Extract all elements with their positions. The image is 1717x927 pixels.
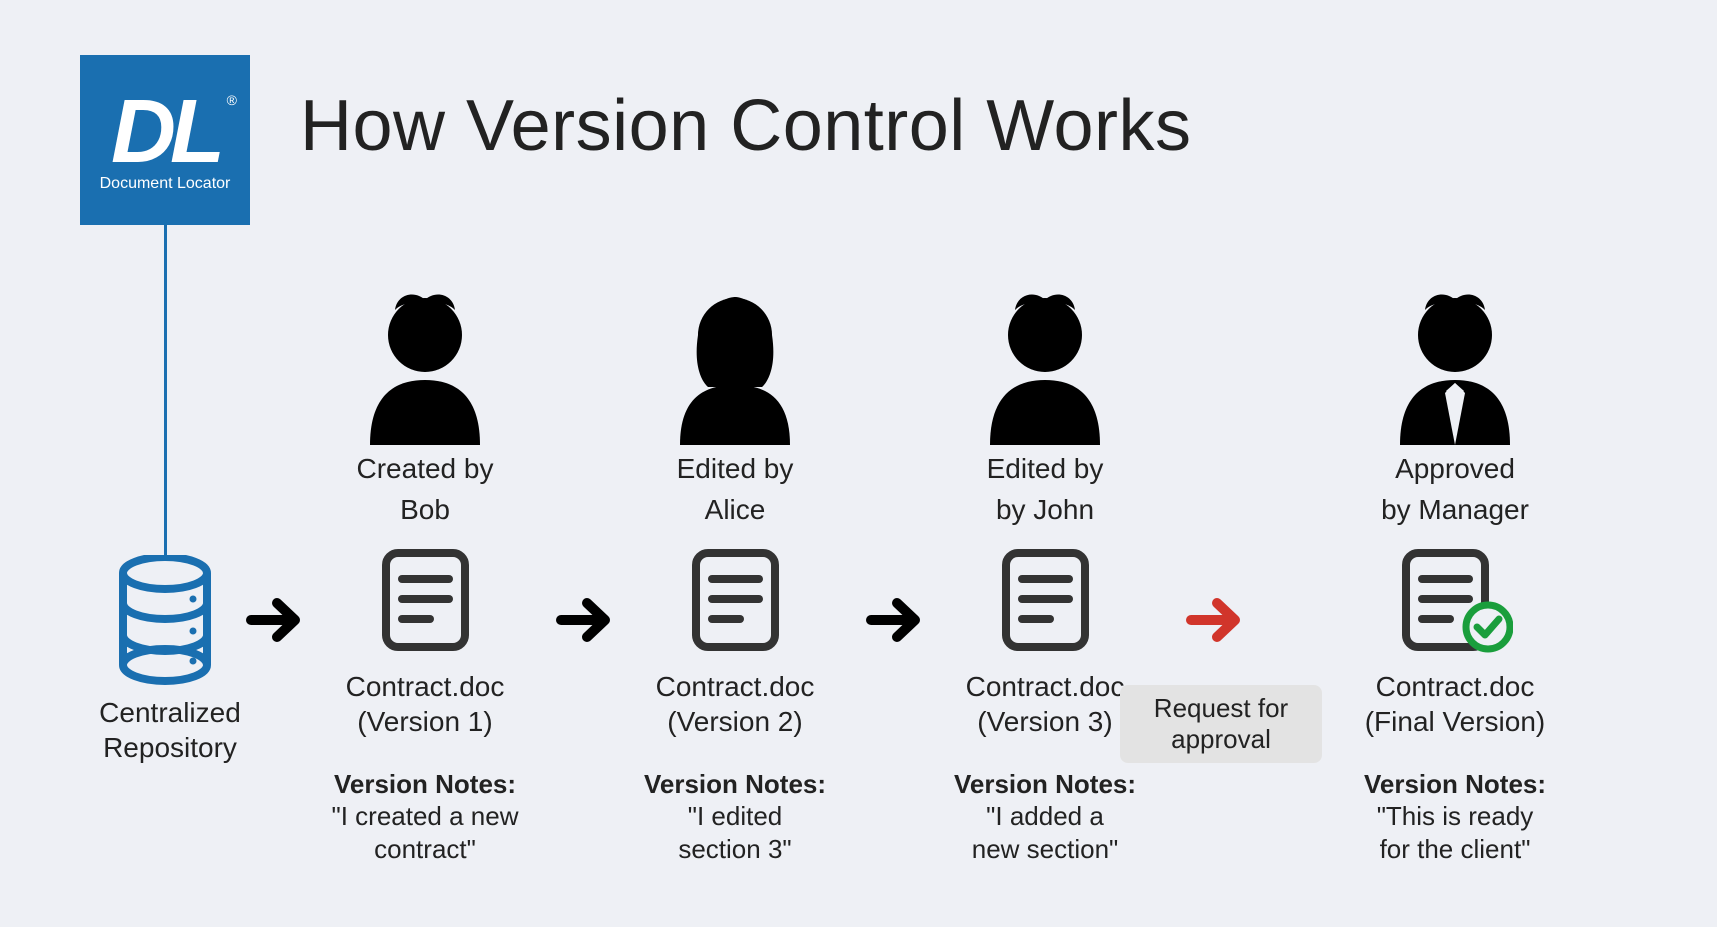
stage-final: Approved by Manager Contract.doc (Final … bbox=[1340, 285, 1570, 865]
author-line2: by John bbox=[930, 492, 1160, 527]
connector-line bbox=[164, 225, 167, 555]
notes-heading: Version Notes: bbox=[930, 769, 1160, 800]
database-icon bbox=[115, 555, 215, 685]
stage-version-3: Edited by by John Contract.doc (Version … bbox=[930, 285, 1160, 865]
stage-version-2: Edited by Alice Contract.doc (Version 2)… bbox=[620, 285, 850, 865]
registered-mark: ® bbox=[227, 93, 231, 107]
person-icon bbox=[350, 285, 500, 445]
document-approved-icon bbox=[1398, 545, 1513, 655]
version-label: (Version 2) bbox=[620, 704, 850, 739]
file-name: Contract.doc bbox=[620, 669, 850, 704]
author-line2: Bob bbox=[310, 492, 540, 527]
request-label-1: Request for bbox=[1126, 693, 1316, 724]
notes-line1: "I edited bbox=[620, 800, 850, 833]
author-line1: Edited by bbox=[620, 451, 850, 486]
manager-icon bbox=[1380, 285, 1530, 445]
notes-heading: Version Notes: bbox=[1340, 769, 1570, 800]
request-label-2: approval bbox=[1126, 724, 1316, 755]
file-name: Contract.doc bbox=[1340, 669, 1570, 704]
request-approval-label: Request for approval bbox=[1120, 685, 1322, 763]
repo-label-1: Centralized bbox=[75, 695, 265, 730]
notes-line2: new section" bbox=[930, 833, 1160, 866]
repo-label-2: Repository bbox=[75, 730, 265, 765]
author-line2: by Manager bbox=[1340, 492, 1570, 527]
repo-label: Centralized Repository bbox=[75, 695, 265, 765]
notes-line1: "This is ready bbox=[1340, 800, 1570, 833]
stage-version-1: Created by Bob Contract.doc (Version 1) … bbox=[310, 285, 540, 865]
arrow-icon bbox=[865, 595, 925, 645]
version-label: (Version 1) bbox=[310, 704, 540, 739]
document-icon bbox=[998, 545, 1093, 655]
page-title: How Version Control Works bbox=[300, 85, 1191, 167]
arrow-icon bbox=[555, 595, 615, 645]
author-line2: Alice bbox=[620, 492, 850, 527]
document-icon bbox=[378, 545, 473, 655]
logo-letters: DL ® bbox=[111, 87, 219, 177]
version-label: (Final Version) bbox=[1340, 704, 1570, 739]
notes-line2: section 3" bbox=[620, 833, 850, 866]
arrow-icon bbox=[245, 595, 305, 645]
notes-line2: contract" bbox=[310, 833, 540, 866]
person-icon bbox=[970, 285, 1120, 445]
notes-line1: "I added a bbox=[930, 800, 1160, 833]
author-line1: Edited by bbox=[930, 451, 1160, 486]
author-line1: Approved bbox=[1340, 451, 1570, 486]
file-name: Contract.doc bbox=[310, 669, 540, 704]
diagram-canvas: DL ® Document Locator How Version Contro… bbox=[0, 0, 1717, 927]
author-line1: Created by bbox=[310, 451, 540, 486]
notes-line1: "I created a new bbox=[310, 800, 540, 833]
notes-line2: for the client" bbox=[1340, 833, 1570, 866]
document-icon bbox=[688, 545, 783, 655]
notes-heading: Version Notes: bbox=[310, 769, 540, 800]
logo-text: DL bbox=[111, 82, 219, 182]
notes-heading: Version Notes: bbox=[620, 769, 850, 800]
arrow-approval-icon bbox=[1185, 595, 1245, 645]
logo: DL ® Document Locator bbox=[80, 55, 250, 225]
person-icon bbox=[660, 285, 810, 445]
